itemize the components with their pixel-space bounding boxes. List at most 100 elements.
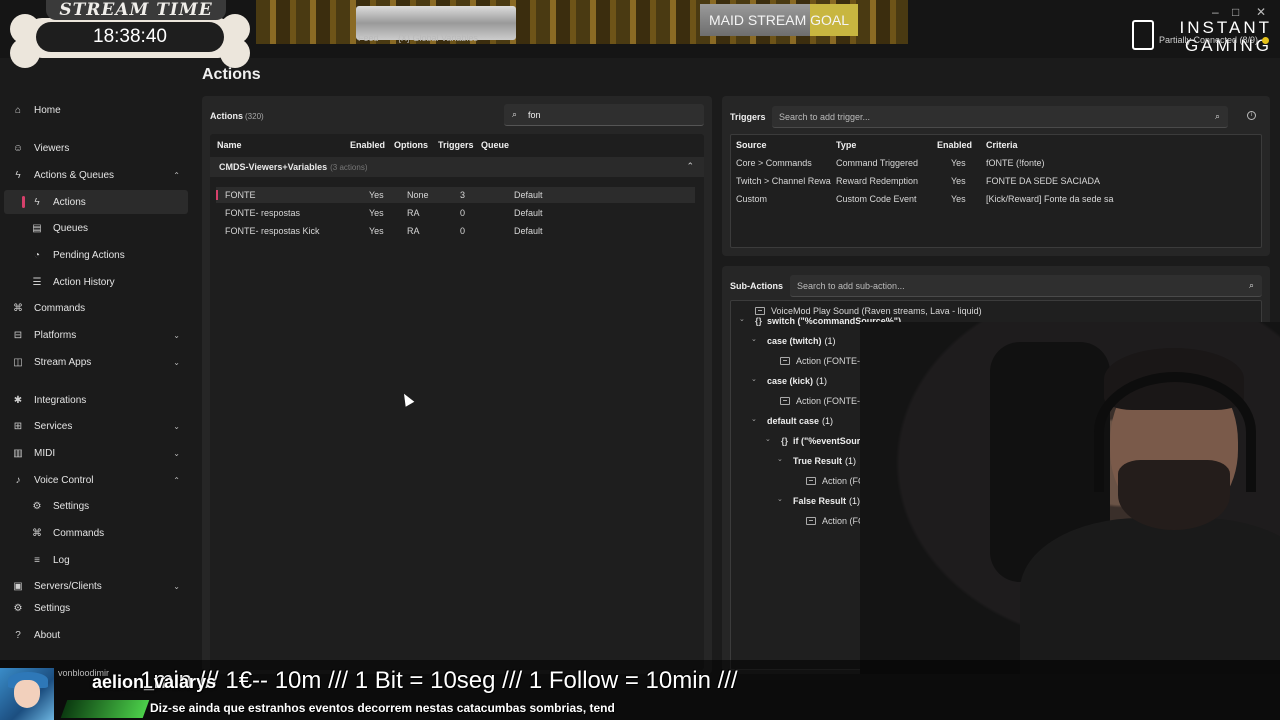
sidebar-item-label: Pending Actions: [53, 249, 125, 261]
sidebar-item-commands[interactable]: ⌘ Commands: [4, 296, 188, 320]
midi-icon: ▥: [13, 447, 23, 459]
actions-search-input[interactable]: [528, 107, 698, 123]
trigger-column-header[interactable]: Enabled: [937, 140, 972, 150]
gear-icon: ⚙: [13, 602, 23, 614]
sidebar-item-settings[interactable]: ⚙ Settings: [4, 596, 188, 620]
column-header-triggers[interactable]: Triggers: [438, 140, 474, 150]
trigger-column-header[interactable]: Type: [836, 140, 856, 150]
trigger-column-header[interactable]: Criteria: [986, 140, 1018, 150]
actions-search[interactable]: ⌕: [504, 104, 704, 126]
subaction-logic-node[interactable]: False Result (1): [793, 493, 860, 509]
actions-table: Name Enabled Options Triggers Queue CMDS…: [210, 134, 704, 670]
sidebar-item-viewers[interactable]: ☺ Viewers: [4, 136, 188, 160]
subaction-label: case (twitch): [767, 336, 822, 346]
column-header-name[interactable]: Name: [217, 140, 242, 150]
action-triggers-cell: 3: [460, 190, 466, 200]
action-row[interactable]: FONTE Yes None 3 Default: [216, 187, 695, 203]
ticker-accent-bar: [60, 700, 150, 718]
sidebar-item-queues[interactable]: ▤ Queues: [4, 216, 188, 240]
trigger-search[interactable]: ⌕: [772, 106, 1228, 128]
command-icon: ⌘: [13, 302, 23, 314]
chevron-down-icon[interactable]: ⌄: [777, 495, 783, 503]
subaction-search-input[interactable]: [797, 278, 1197, 294]
viewer-avatar: [0, 668, 54, 720]
feed-tab[interactable]: Feed: [358, 33, 379, 43]
action-enabled-cell: Yes: [369, 208, 384, 218]
action-name-cell: FONTE- respostas: [225, 208, 301, 218]
sidebar-item-action-history[interactable]: ☰ Action History: [4, 270, 188, 294]
subaction-icon: [780, 357, 790, 365]
sidebar-item-platforms[interactable]: ⊟ Platforms ⌄: [4, 323, 188, 347]
group-name-text: CMDS-Viewers+Variables: [219, 162, 328, 172]
sidebar-item-midi[interactable]: ▥ MIDI ⌄: [4, 441, 188, 465]
action-row[interactable]: FONTE- respostas Kick Yes RA 0 Default: [216, 223, 695, 239]
chevron-down-icon[interactable]: ⌄: [173, 331, 180, 340]
global-variables-tab[interactable]: {X} Global Variables: [398, 33, 478, 43]
chevron-down-icon[interactable]: ⌄: [765, 435, 771, 443]
sidebar-item-home[interactable]: ⌂ Home: [4, 98, 188, 122]
trigger-row[interactable]: Twitch > Channel Rewa Reward Redemption Ye…: [731, 173, 1263, 189]
subaction-logic-node[interactable]: True Result (1): [793, 453, 856, 469]
subaction-logic-node[interactable]: case (twitch) (1): [767, 333, 836, 349]
sidebar-item-actions-queues[interactable]: ϟ Actions & Queues ⌃: [4, 163, 188, 187]
trigger-row[interactable]: Custom Custom Code Event Yes [Kick/Reward] …: [731, 191, 1263, 207]
subaction-count: (1): [849, 496, 861, 506]
apps-icon: ◫: [13, 356, 23, 368]
chevron-down-icon[interactable]: ⌄: [751, 375, 757, 383]
triggers-panel: Triggers ⌕ i Source Type Enabled Criteria Co…: [722, 96, 1270, 256]
close-icon[interactable]: ✕: [1256, 5, 1266, 19]
sidebar-item-voice-control[interactable]: ♪ Voice Control ⌃: [4, 468, 188, 492]
stream-clock: 18:38:40: [36, 22, 224, 52]
chevron-down-icon[interactable]: ⌄: [173, 358, 180, 367]
subaction-search[interactable]: ⌕: [790, 275, 1262, 297]
sidebar-item-label: Actions: [53, 196, 86, 208]
chevron-down-icon[interactable]: ⌄: [173, 422, 180, 431]
sidebar-item-label: Viewers: [34, 142, 70, 154]
subaction-icon: [806, 477, 816, 485]
chevron-up-icon[interactable]: ⌃: [173, 171, 180, 180]
platforms-icon: ⊟: [13, 329, 23, 341]
chevron-up-icon[interactable]: ⌃: [686, 161, 694, 172]
chevron-down-icon[interactable]: ⌄: [751, 415, 757, 423]
subactions-title: Sub-Actions: [730, 281, 783, 291]
action-row[interactable]: FONTE- respostas Yes RA 0 Default: [216, 205, 695, 221]
trigger-enabled-cell: Yes: [951, 176, 966, 186]
sidebar-item-label: Action History: [53, 276, 115, 288]
chevron-up-icon[interactable]: ⌃: [173, 476, 180, 485]
connection-status[interactable]: Partially Connected (8/9): [1159, 35, 1258, 45]
sidebar-item-commands[interactable]: ⌘ Commands: [4, 521, 188, 545]
log-icon: ≡: [34, 554, 40, 566]
sidebar-item-integrations[interactable]: ✱ Integrations: [4, 388, 188, 412]
info-icon[interactable]: i: [1247, 111, 1256, 120]
action-group-header[interactable]: CMDS-Viewers+Variables (3 actions) ⌃: [210, 157, 704, 177]
maximize-icon[interactable]: □: [1232, 5, 1239, 19]
column-header-enabled[interactable]: Enabled: [350, 140, 385, 150]
sidebar-item-label: Stream Apps: [34, 356, 92, 368]
subaction-logic-node[interactable]: case (kick) (1): [767, 373, 827, 389]
column-header-options[interactable]: Options: [394, 140, 428, 150]
trigger-column-header[interactable]: Source: [736, 140, 767, 150]
chevron-down-icon[interactable]: ⌄: [173, 449, 180, 458]
sidebar-item-servers-clients[interactable]: ▣ Servers/Clients ⌄: [4, 574, 188, 598]
sidebar-item-pending-actions[interactable]: ◔ Pending Actions: [4, 243, 188, 267]
sidebar-item-stream-apps[interactable]: ◫ Stream Apps ⌄: [4, 350, 188, 374]
list-icon: ▤: [32, 222, 42, 234]
subaction-logic-node[interactable]: default case (1): [767, 413, 833, 429]
chevron-down-icon[interactable]: ⌄: [739, 315, 745, 323]
sidebar-item-actions[interactable]: ϟ Actions: [4, 190, 188, 214]
chevron-down-icon[interactable]: ⌄: [751, 335, 757, 343]
sidebar-item-settings[interactable]: ⚙ Settings: [4, 494, 188, 518]
action-queue-cell: Default: [514, 226, 543, 236]
trigger-search-input[interactable]: [779, 109, 1179, 125]
sidebar-item-services[interactable]: ⊞ Services ⌄: [4, 414, 188, 438]
chevron-down-icon[interactable]: ⌄: [173, 582, 180, 591]
trigger-source-cell: Core > Commands: [736, 158, 812, 168]
minimize-icon[interactable]: –: [1212, 5, 1219, 19]
sidebar-item-label: Settings: [34, 602, 71, 614]
sidebar-item-log[interactable]: ≡ Log: [4, 548, 188, 572]
column-header-queue[interactable]: Queue: [481, 140, 509, 150]
chevron-down-icon[interactable]: ⌄: [777, 455, 783, 463]
instant-gaming-logo-icon: [1132, 20, 1154, 50]
trigger-row[interactable]: Core > Commands Command Triggered Yes fONTE…: [731, 155, 1263, 171]
sidebar-item-about[interactable]: ? About: [4, 623, 188, 647]
